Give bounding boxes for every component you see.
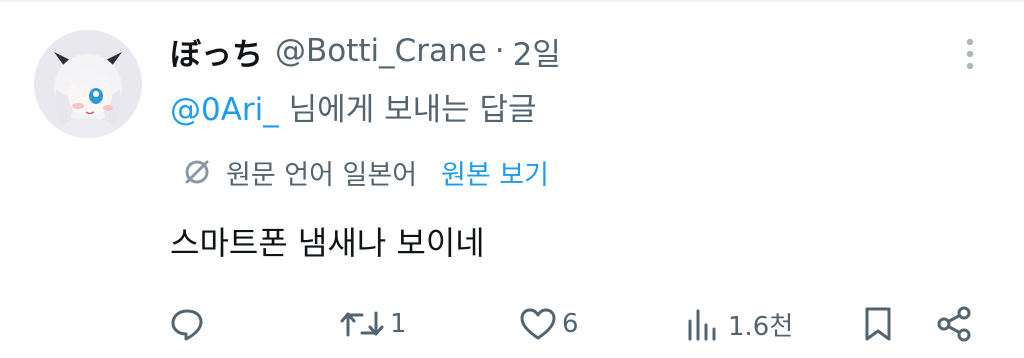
top-divider	[0, 0, 1024, 2]
like-count: 6	[562, 309, 579, 339]
more-options-button[interactable]	[950, 34, 990, 74]
user-handle[interactable]: @Botti_Crane	[275, 33, 487, 69]
views-icon	[688, 309, 716, 341]
views-button[interactable]: 1.6천	[684, 298, 793, 350]
timestamp[interactable]: 2일	[513, 29, 561, 74]
retweet-count: 1	[390, 309, 407, 339]
translation-note: 원문 언어 일본어	[226, 159, 418, 191]
bookmark-icon	[865, 307, 891, 341]
tweet-text: 스마트폰 냄새나 보이네	[170, 224, 485, 262]
heart-icon	[520, 308, 556, 340]
reply-suffix: 님에게 보내는 답글	[278, 92, 537, 128]
translate-icon	[180, 155, 214, 189]
replying-to: @0Ari_ 님에게 보내는 답글	[170, 84, 537, 129]
share-button[interactable]	[934, 298, 974, 350]
views-count: 1.6천	[728, 311, 794, 342]
reply-icon	[171, 309, 203, 341]
tweet-header: ぼっち @Botti_Crane · 2일	[170, 26, 561, 76]
show-original-link[interactable]: 원본 보기	[441, 153, 549, 192]
reply-mention-link[interactable]: @0Ari_	[170, 92, 279, 128]
avatar[interactable]	[34, 30, 142, 138]
avatar-image	[34, 30, 142, 138]
reply-button[interactable]	[168, 298, 206, 350]
display-name[interactable]: ぼっち	[170, 29, 263, 74]
retweet-icon	[340, 311, 384, 337]
bookmark-button[interactable]	[860, 298, 896, 350]
translation-row: 원문 언어 일본어 원본 보기	[180, 150, 549, 194]
retweet-button[interactable]: 1	[338, 298, 407, 350]
share-icon	[937, 306, 971, 342]
tweet-actions: 1 6 1.6천	[0, 298, 1024, 350]
separator-dot: ·	[494, 33, 505, 69]
like-button[interactable]: 6	[518, 298, 579, 350]
more-vertical-icon	[966, 38, 974, 70]
